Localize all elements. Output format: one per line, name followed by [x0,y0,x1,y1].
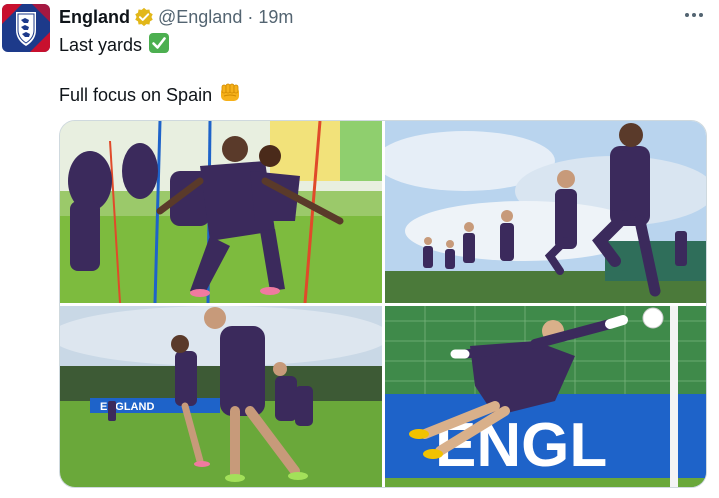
tweet-text-line-2: Full focus on Spain [59,83,242,107]
author-name[interactable]: England [59,7,130,28]
author-handle[interactable]: @England [158,7,242,28]
media-grid: ENGLAND ENGL [59,120,707,488]
fist-emoji [218,82,242,109]
photo-high-knees-drill[interactable] [385,121,706,303]
tweet-timestamp[interactable]: 19m [258,7,293,28]
tweet-text: Full focus on Spain [59,84,213,105]
tweet-text-line-1: Last yards [59,32,170,59]
more-options-icon[interactable] [679,4,709,26]
england-crest-icon [2,4,50,52]
tweet-text: Last yards [59,34,143,55]
tweet-header: England @England · 19m [59,6,703,28]
photo-team-sprint[interactable]: ENGLAND [60,306,382,487]
avatar[interactable] [2,4,50,52]
photo-goalkeeper-dive[interactable]: ENGL [385,306,706,487]
separator-dot: · [247,6,254,27]
verified-badge-icon [134,7,154,27]
photo-players-running[interactable] [60,121,382,303]
check-mark-emoji [148,32,170,59]
